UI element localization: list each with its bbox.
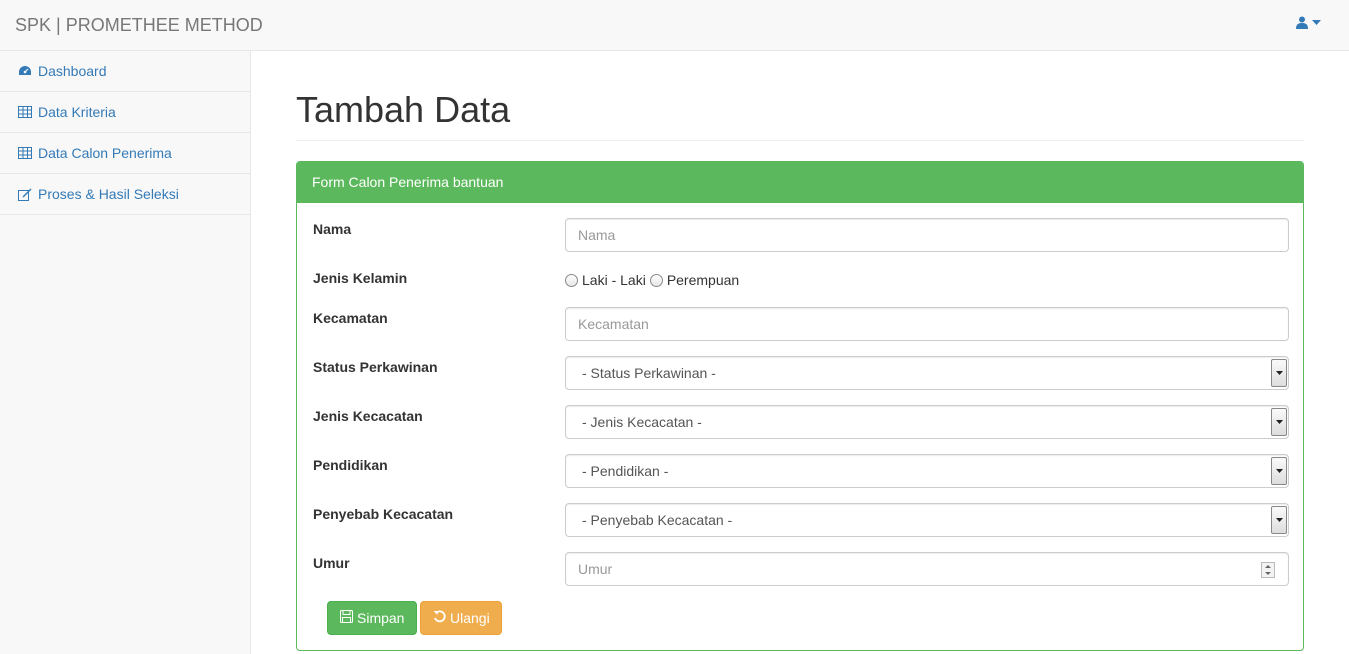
umur-placeholder: Umur [578, 561, 613, 577]
number-spinner[interactable] [1261, 562, 1275, 578]
user-menu[interactable] [1296, 16, 1321, 29]
edit-icon [17, 187, 33, 201]
penyebab-kecacatan-label: Penyebab Kecacatan [313, 506, 454, 522]
undo-icon [433, 610, 446, 626]
sidebar-item-proses-hasil-seleksi[interactable]: Proses & Hasil Seleksi [0, 174, 250, 215]
sidebar-item-dashboard[interactable]: Dashboard [0, 51, 250, 92]
dashboard-icon [17, 64, 33, 78]
spinner-down-icon[interactable] [1265, 572, 1271, 575]
dropdown-arrow-icon[interactable] [1271, 506, 1287, 534]
page-title: Tambah Data [296, 89, 511, 130]
caret-down-icon [1312, 20, 1321, 25]
pendidikan-select[interactable]: - Pendidikan - [565, 454, 1289, 488]
radio-perempuan[interactable] [649, 273, 663, 287]
kecamatan-placeholder: Kecamatan [578, 316, 649, 332]
sidebar-item-data-kriteria[interactable]: Data Kriteria [0, 92, 250, 133]
table-icon [17, 146, 33, 160]
reset-button[interactable]: Ulangi [420, 601, 502, 635]
pendidikan-value: - Pendidikan - [582, 463, 669, 479]
sidebar-item-label: Data Kriteria [38, 104, 116, 120]
sidebar-item-label: Dashboard [38, 63, 107, 79]
penyebab-kecacatan-select[interactable]: - Penyebab Kecacatan - [565, 503, 1289, 537]
umur-label: Umur [313, 555, 350, 571]
dropdown-arrow-icon[interactable] [1271, 359, 1287, 387]
status-perkawinan-label: Status Perkawinan [313, 359, 438, 375]
app-brand[interactable]: SPK | PROMETHEE METHOD [15, 15, 263, 35]
dropdown-arrow-icon[interactable] [1271, 408, 1287, 436]
kecamatan-label: Kecamatan [313, 310, 388, 326]
sidebar-item-label: Proses & Hasil Seleksi [38, 186, 179, 202]
user-icon [1296, 16, 1308, 29]
penyebab-kecacatan-value: - Penyebab Kecacatan - [582, 512, 733, 528]
umur-input[interactable]: Umur [565, 552, 1289, 586]
save-button-label: Simpan [357, 610, 405, 626]
radio-label-laki-laki: Laki - Laki [582, 272, 646, 288]
jenis-kelamin-label: Jenis Kelamin [313, 270, 408, 286]
nama-input[interactable]: Nama [565, 218, 1289, 252]
title-divider [296, 140, 1304, 141]
spinner-up-icon[interactable] [1265, 565, 1271, 568]
jenis-kecacatan-value: - Jenis Kecacatan - [582, 414, 702, 430]
table-icon [17, 105, 33, 119]
radio-laki-laki[interactable] [565, 273, 578, 287]
nama-placeholder: Nama [578, 227, 616, 243]
radio-label-perempuan: Perempuan [666, 272, 740, 288]
kecamatan-input[interactable]: Kecamatan [565, 307, 1289, 341]
form-panel: Form Calon Penerima bantuan Nama Nama Je… [296, 161, 1304, 651]
floppy-disk-icon [340, 610, 353, 626]
dropdown-arrow-icon[interactable] [1271, 457, 1287, 485]
sidebar-item-label: Data Calon Penerima [38, 145, 172, 161]
sidebar-item-data-calon-penerima[interactable]: Data Calon Penerima [0, 133, 250, 174]
save-button[interactable]: Simpan [327, 601, 417, 635]
jenis-kecacatan-label: Jenis Kecacatan [313, 408, 423, 424]
panel-heading: Form Calon Penerima bantuan [297, 162, 1303, 203]
pendidikan-label: Pendidikan [313, 457, 388, 473]
top-navbar: SPK | PROMETHEE METHOD [0, 0, 1349, 51]
jenis-kecacatan-select[interactable]: - Jenis Kecacatan - [565, 405, 1289, 439]
sidebar: Dashboard Data Kriteria Data Calon Pener… [0, 51, 251, 654]
reset-button-label: Ulangi [450, 610, 490, 626]
jenis-kelamin-radio-group: Laki - Laki Perempuan [565, 272, 739, 288]
status-perkawinan-value: - Status Perkawinan - [582, 365, 716, 381]
status-perkawinan-select[interactable]: - Status Perkawinan - [565, 356, 1289, 390]
nama-label: Nama [313, 221, 352, 237]
